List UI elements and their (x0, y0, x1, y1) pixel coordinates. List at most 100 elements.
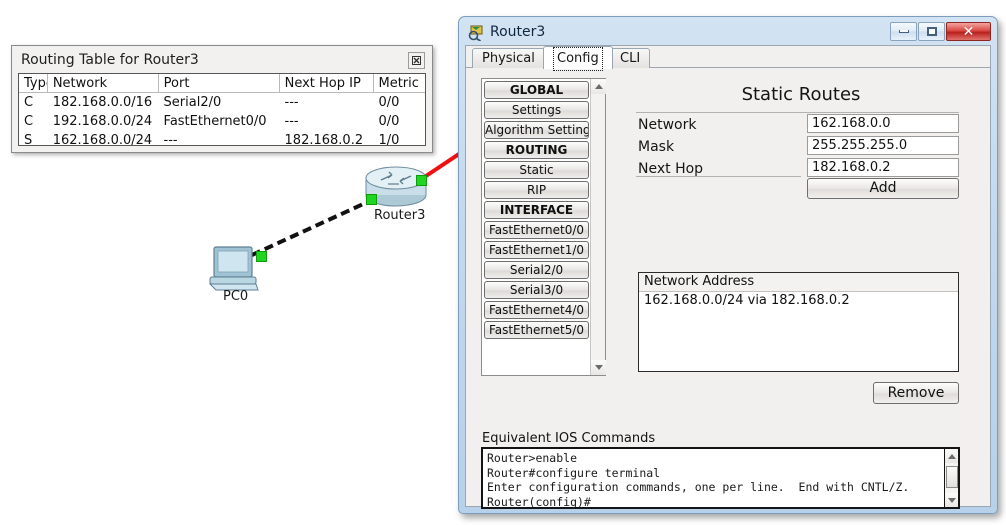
cell-port: --- (163, 133, 178, 146)
link-status-dot-pc (256, 251, 267, 262)
cell-next-hop: --- (284, 114, 299, 129)
sidebar-item-interface[interactable]: INTERFACE (484, 201, 589, 219)
column-header-port[interactable]: Port (159, 74, 280, 92)
routing-table-close-button[interactable] (408, 52, 425, 69)
cell-type: C (24, 114, 34, 129)
ios-commands-label: Equivalent IOS Commands (482, 431, 656, 448)
window-body: Physical Config CLI GLOBAL Settings Algo… (465, 45, 991, 509)
sidebar-item-serial2-0[interactable]: Serial2/0 (484, 261, 589, 279)
sidebar-item-label: GLOBAL (509, 83, 564, 97)
tab-cli[interactable]: CLI (610, 48, 651, 69)
sidebar-item-label: ROUTING (505, 143, 568, 157)
pc-label: PC0 (223, 289, 249, 304)
sidebar-item-global[interactable]: GLOBAL (484, 81, 589, 99)
sidebar-item-serial3-0[interactable]: Serial3/0 (484, 281, 589, 299)
column-header-metric[interactable]: Metric (374, 74, 425, 92)
cell-metric: 0/0 (378, 114, 400, 129)
cell-metric: 1/0 (378, 133, 400, 146)
column-header-network[interactable]: Network (48, 74, 159, 92)
tab-cli-label: CLI (620, 51, 641, 66)
remove-button[interactable]: Remove (873, 382, 959, 404)
table-row[interactable]: C 192.168.0.0/24 FastEthernet0/0 --- 0/0 (19, 112, 425, 131)
sidebar-item-fastethernet0-0[interactable]: FastEthernet0/0 (484, 221, 589, 239)
close-icon (412, 56, 421, 65)
sidebar-item-label: FastEthernet1/0 (488, 243, 585, 257)
ios-scrollbar[interactable] (944, 449, 958, 507)
list-item[interactable]: 162.168.0.0/24 via 182.168.0.2 (639, 292, 958, 311)
divider-bottom (636, 176, 801, 177)
window-controls: ✕ (890, 22, 991, 41)
field-label-network: Network (638, 117, 697, 133)
sidebar-item-label: INTERFACE (499, 203, 574, 217)
ios-commands-label-text: Equivalent IOS Commands (482, 431, 656, 448)
window-title: Router3 (490, 24, 546, 40)
routing-table-grid[interactable]: Type Network Port Next Hop IP Metric C 1… (18, 73, 426, 146)
cell-next-hop: 182.168.0.2 (284, 133, 364, 146)
ios-scroll-up-button[interactable] (945, 449, 958, 463)
router-config-window[interactable]: Router3 ✕ Physical Config CLI GLOBAL Set… (458, 16, 998, 514)
sidebar-item-routing[interactable]: ROUTING (484, 141, 589, 159)
sidebar-item-settings[interactable]: Settings (484, 101, 589, 119)
routing-table-title: Routing Table for Router3 (21, 52, 199, 68)
config-sidebar[interactable]: GLOBAL Settings Algorithm Settings ROUTI… (481, 78, 606, 376)
app-root: Router3 PC0 Routing Table for Router3 Ty… (0, 0, 1006, 525)
cell-network: 182.168.0.0/16 (52, 95, 153, 110)
chevron-down-icon (947, 497, 956, 503)
tab-config-label: Config (553, 47, 603, 71)
close-icon: ✕ (962, 23, 975, 40)
ios-scroll-thumb[interactable] (946, 466, 958, 488)
network-input[interactable]: 162.168.0.0 (807, 114, 959, 133)
tab-strip: Physical Config CLI (466, 46, 990, 71)
field-label-next-hop: Next Hop (638, 161, 704, 177)
window-titlebar[interactable]: Router3 ✕ (462, 20, 994, 46)
sidebar-item-static[interactable]: Static (484, 161, 589, 179)
routing-table-header-row: Type Network Port Next Hop IP Metric (19, 74, 425, 93)
sidebar-item-label: Serial3/0 (509, 283, 564, 297)
link-status-dot-router-fa00 (366, 194, 377, 205)
mask-input[interactable]: 255.255.255.0 (807, 136, 959, 155)
tab-config[interactable]: Config (543, 46, 613, 71)
sidebar-item-fastethernet1-0[interactable]: FastEthernet1/0 (484, 241, 589, 259)
tab-physical-label: Physical (482, 51, 535, 66)
column-header-type[interactable]: Type (19, 74, 48, 92)
chevron-up-icon (947, 453, 956, 459)
sidebar-scrollbar[interactable] (590, 79, 606, 375)
table-row[interactable]: C 182.168.0.0/16 Serial2/0 --- 0/0 (19, 93, 425, 112)
maximize-icon (926, 27, 937, 36)
sidebar-item-algorithm-settings[interactable]: Algorithm Settings (484, 121, 589, 139)
sidebar-item-label: Algorithm Settings (485, 123, 589, 137)
page-title: Static Routes (741, 84, 861, 105)
sidebar-item-fastethernet4-0[interactable]: FastEthernet4/0 (484, 301, 589, 319)
device-icon (468, 25, 483, 41)
next-hop-input[interactable]: 182.168.0.2 (807, 158, 959, 177)
ios-scroll-down-button[interactable] (945, 493, 958, 507)
sidebar-item-fastethernet5-0[interactable]: FastEthernet5/0 (484, 321, 589, 339)
minimize-icon (898, 30, 909, 33)
tab-physical[interactable]: Physical (472, 48, 545, 69)
field-label-mask: Mask (638, 139, 675, 155)
config-panel: GLOBAL Settings Algorithm Settings ROUTI… (466, 68, 990, 509)
maximize-button[interactable] (918, 22, 945, 41)
sidebar-scroll-up-button[interactable] (591, 79, 606, 94)
ios-commands-text: Router>enable Router#configure terminal … (487, 451, 910, 509)
sidebar-scroll-down-button[interactable] (591, 360, 606, 375)
add-button[interactable]: Add (807, 178, 959, 199)
static-routes-list[interactable]: Network Address 162.168.0.0/24 via 182.1… (638, 272, 959, 372)
chevron-down-icon (594, 365, 603, 370)
cell-network: 192.168.0.0/24 (52, 114, 153, 129)
ios-commands-box[interactable]: Router>enable Router#configure terminal … (481, 447, 960, 509)
minimize-button[interactable] (890, 22, 917, 41)
routing-table-window[interactable]: Routing Table for Router3 Type Network P… (11, 45, 433, 153)
cell-metric: 0/0 (378, 95, 400, 110)
router-label: Router3 (374, 208, 426, 223)
sidebar-item-rip[interactable]: RIP (484, 181, 589, 199)
cell-network: 162.168.0.0/24 (52, 133, 153, 146)
table-row[interactable]: S 162.168.0.0/24 --- 182.168.0.2 1/0 (19, 131, 425, 146)
sidebar-item-label: FastEthernet0/0 (488, 223, 585, 237)
cell-port: Serial2/0 (163, 95, 222, 110)
cell-type: S (24, 133, 33, 146)
divider-top (636, 112, 959, 113)
column-header-next-hop[interactable]: Next Hop IP (280, 74, 374, 92)
close-button[interactable]: ✕ (946, 22, 991, 41)
cell-next-hop: --- (284, 95, 299, 110)
